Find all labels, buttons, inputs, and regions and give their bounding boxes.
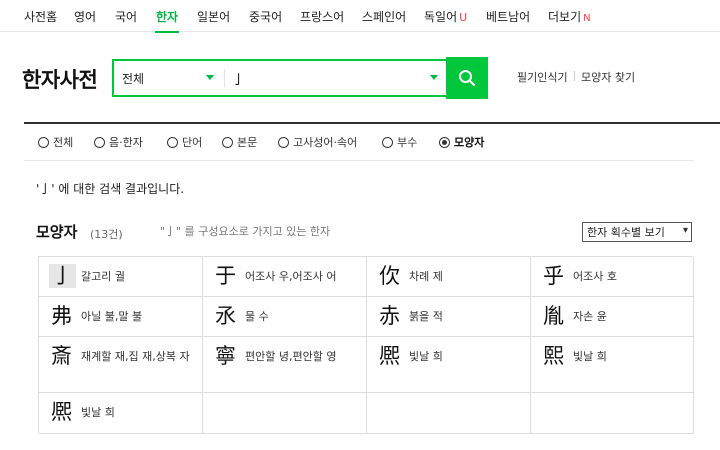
char-meaning[interactable]: 빛날 희	[409, 349, 527, 365]
char-glyph[interactable]: 熈	[51, 400, 72, 424]
char-glyph[interactable]: 弗	[51, 304, 72, 328]
sort-select[interactable]: 한자 획수별 보기 ▾	[582, 222, 692, 242]
char-cell[interactable]: 乎 어조사 호	[531, 257, 694, 297]
search-input[interactable]	[232, 67, 422, 89]
search-icon	[459, 70, 476, 87]
char-meaning[interactable]: 아닐 불,말 불	[81, 309, 199, 325]
char-glyph[interactable]: 熙	[543, 344, 564, 368]
filter-idiom-proverb[interactable]: 고사성어·속어	[278, 134, 357, 150]
char-glyph[interactable]: 胤	[543, 304, 564, 328]
update-badge: U	[459, 11, 468, 24]
nav-item-chinese[interactable]: 중국어	[249, 8, 282, 25]
nav-item-more[interactable]: 더보기 N	[548, 8, 591, 25]
char-meaning[interactable]: 편안할 녕,편안할 영	[245, 349, 363, 365]
result-count: (13건)	[90, 228, 123, 241]
radio-icon	[94, 136, 105, 148]
filter-body[interactable]: 본문	[222, 134, 257, 150]
char-meaning[interactable]: 어조사 호	[573, 269, 691, 285]
char-meaning[interactable]: 갈고리 궐	[81, 269, 199, 285]
search-scope-select[interactable]: 전체	[122, 70, 144, 87]
char-cell[interactable]: 弗 아닐 불,말 불	[39, 297, 203, 337]
char-cell[interactable]: 亅 갈고리 궐	[39, 257, 203, 297]
filter-reading-hanja[interactable]: 음·한자	[94, 134, 143, 150]
result-summary: '亅' 에 대한 검색 결과입니다.	[36, 182, 185, 196]
filter-shape-character[interactable]: 모양자	[439, 134, 484, 150]
char-cell[interactable]: 于 어조사 우,어조사 어	[203, 257, 367, 297]
char-meaning[interactable]: 빛날 희	[81, 405, 199, 421]
header-link-divider	[574, 71, 575, 81]
radio-icon	[167, 136, 178, 148]
filter-word[interactable]: 단어	[167, 134, 202, 150]
char-glyph[interactable]: 于	[215, 264, 236, 288]
radio-icon	[222, 136, 233, 148]
char-meaning[interactable]: 자손 윤	[573, 309, 691, 325]
char-glyph[interactable]: 斎	[51, 344, 72, 368]
char-glyph[interactable]: 亅	[49, 264, 76, 288]
char-meaning[interactable]: 차례 제	[409, 269, 527, 285]
filter-radical[interactable]: 부수	[382, 134, 417, 150]
char-cell[interactable]: 熙 빛날 희	[531, 337, 694, 393]
nav-item-french[interactable]: 프랑스어	[300, 8, 344, 25]
sort-select-value: 한자 획수별 보기	[587, 226, 665, 239]
char-meaning[interactable]: 어조사 우,어조사 어	[245, 269, 363, 285]
char-cell[interactable]: 赤 붉을 적	[367, 297, 531, 337]
char-cell[interactable]: 胤 자손 윤	[531, 297, 694, 337]
radio-icon	[38, 136, 49, 148]
nav-item-english[interactable]: 영어	[74, 8, 96, 25]
new-badge: N	[583, 13, 591, 24]
search-button[interactable]	[446, 57, 488, 99]
filter-all[interactable]: 전체	[38, 134, 73, 150]
empty-cell	[367, 393, 531, 434]
scope-caret-down-icon[interactable]	[206, 75, 214, 80]
handwriting-recognizer-link[interactable]: 필기인식기	[517, 69, 568, 85]
character-grid: 亅 갈고리 궐 于 어조사 우,어조사 어 㐸 차례 제 乎 어조사 호 弗 아닐 불,말…	[38, 256, 694, 434]
search-divider	[224, 69, 225, 87]
char-cell[interactable]: 斎 재계할 재,집 재,상복 자	[39, 337, 203, 393]
char-cell[interactable]: 熈 빛날 희	[367, 337, 531, 393]
language-nav: 사전홈 영어 국어 한자 일본어 중국어 프랑스어 스페인어 독일어 U 베트남어…	[0, 0, 720, 33]
char-glyph[interactable]: 乎	[543, 264, 564, 288]
empty-cell	[203, 393, 367, 434]
autocomplete-caret-down-icon[interactable]	[430, 75, 438, 80]
nav-item-japanese[interactable]: 일본어	[197, 8, 230, 25]
nav-item-hanja[interactable]: 한자	[154, 8, 180, 33]
filter-top-rule	[24, 122, 720, 124]
chevron-down-icon: ▾	[682, 225, 688, 236]
nav-item-german[interactable]: 독일어 U	[424, 8, 467, 25]
char-glyph[interactable]: 㐸	[379, 264, 400, 288]
char-cell[interactable]: 氶물 수	[203, 297, 367, 337]
char-glyph[interactable]: 赤	[379, 304, 400, 328]
char-cell[interactable]: 㐸 차례 제	[367, 257, 531, 297]
char-cell[interactable]: 寧 편안할 녕,편안할 영	[203, 337, 367, 393]
page-logo[interactable]: 한자사전	[22, 64, 98, 94]
radio-icon	[382, 136, 393, 148]
empty-cell	[531, 393, 694, 434]
section-description: "亅" 를 구성요소로 가지고 있는 한자	[160, 225, 331, 238]
char-cell[interactable]: 熈 빛날 희	[39, 393, 203, 434]
section-title: 모양자	[36, 223, 78, 241]
char-meaning[interactable]: 붉을 적	[409, 309, 527, 325]
nav-item-dictionary-home[interactable]: 사전홈	[24, 8, 57, 25]
nav-item-korean[interactable]: 국어	[115, 8, 137, 25]
search-box: 전체	[112, 59, 488, 97]
radio-icon	[278, 136, 289, 148]
char-glyph[interactable]: 寧	[215, 344, 236, 368]
nav-item-vietnamese[interactable]: 베트남어	[486, 8, 530, 25]
nav-item-spanish[interactable]: 스페인어	[362, 8, 406, 25]
char-meaning[interactable]: 물 수	[245, 309, 363, 325]
char-glyph[interactable]: 氶	[215, 304, 236, 328]
char-meaning[interactable]: 재계할 재,집 재,상복 자	[81, 349, 199, 365]
filter-bottom-rule	[24, 160, 694, 161]
radio-checked-icon	[439, 136, 450, 148]
char-meaning[interactable]: 빛날 희	[573, 349, 691, 365]
char-glyph[interactable]: 熈	[379, 344, 400, 368]
shape-character-finder-link[interactable]: 모양자 찾기	[581, 69, 635, 85]
